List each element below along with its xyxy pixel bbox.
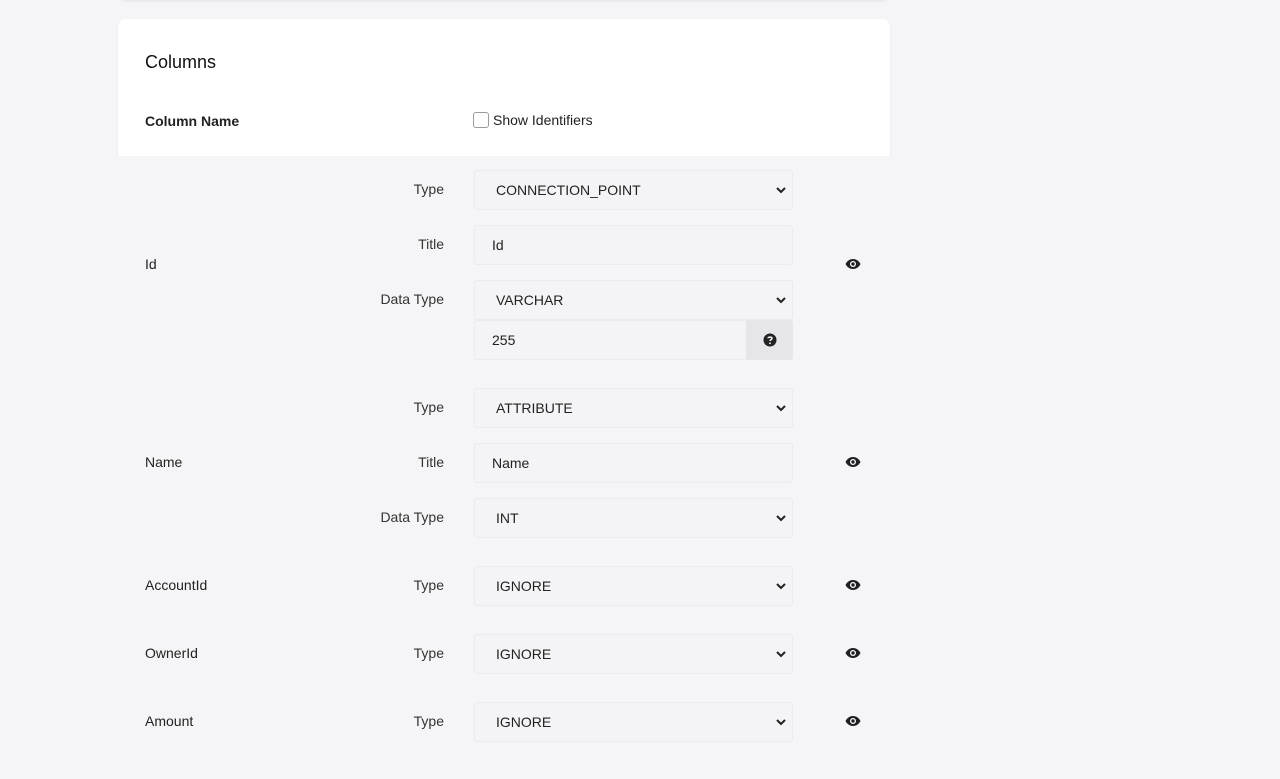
length-input-value: 255 xyxy=(492,332,516,348)
show-identifiers-label: Show Identifiers xyxy=(493,112,593,128)
title-label: Title xyxy=(418,236,444,252)
title-input-value: Id xyxy=(492,237,504,253)
title-input[interactable]: Id xyxy=(474,225,793,265)
chevron-down-icon xyxy=(776,719,786,726)
chevron-down-icon xyxy=(776,187,786,194)
type-label: Type xyxy=(413,645,444,661)
show-identifiers-toggle[interactable]: Show Identifiers xyxy=(473,112,593,128)
eye-icon[interactable] xyxy=(845,258,861,270)
type-select[interactable]: IGNORE xyxy=(474,634,793,674)
type-select[interactable]: IGNORE xyxy=(474,566,793,606)
type-select-value: ATTRIBUTE xyxy=(496,400,573,416)
chevron-down-icon xyxy=(776,405,786,412)
chevron-down-icon xyxy=(776,515,786,522)
length-input[interactable]: 255 xyxy=(474,320,793,360)
type-select[interactable]: IGNORE xyxy=(474,702,793,742)
type-label: Type xyxy=(413,577,444,593)
column-row-name-id: Id xyxy=(145,256,157,272)
title-input[interactable]: Name xyxy=(474,443,793,483)
columns-card: Columns Column Name Show Identifiers Id … xyxy=(118,19,890,779)
data-type-select-value: VARCHAR xyxy=(496,292,564,308)
column-row-name-amount: Amount xyxy=(145,713,194,729)
chevron-down-icon xyxy=(776,651,786,658)
type-select[interactable]: CONNECTION_POINT xyxy=(474,170,793,210)
question-circle-icon xyxy=(763,333,776,347)
eye-icon[interactable] xyxy=(845,715,861,727)
eye-icon[interactable] xyxy=(845,579,861,591)
chevron-down-icon xyxy=(776,583,786,590)
eye-icon[interactable] xyxy=(845,647,861,659)
column-row-name-name: Name xyxy=(145,454,183,470)
column-row-name-ownerid: OwnerId xyxy=(145,645,198,661)
type-select-value: IGNORE xyxy=(496,714,552,730)
data-type-label: Data Type xyxy=(380,291,444,307)
type-select[interactable]: ATTRIBUTE xyxy=(474,388,793,428)
chevron-down-icon xyxy=(776,297,786,304)
column-name-header: Column Name xyxy=(145,113,240,129)
title-label: Title xyxy=(418,454,444,470)
show-identifiers-checkbox[interactable] xyxy=(473,112,489,128)
type-select-value: IGNORE xyxy=(496,578,552,594)
type-select-value: CONNECTION_POINT xyxy=(496,182,641,198)
columns-card-header: Columns Column Name Show Identifiers xyxy=(118,19,890,156)
type-label: Type xyxy=(413,181,444,197)
type-select-value: IGNORE xyxy=(496,646,552,662)
columns-list: Id Type CONNECTION_POINT Title Id Data T… xyxy=(118,156,890,779)
column-row-name-accountid: AccountId xyxy=(145,577,208,593)
data-type-select-value: INT xyxy=(496,510,519,526)
title-input-value: Name xyxy=(492,455,530,471)
data-type-select[interactable]: VARCHAR xyxy=(474,280,793,320)
type-label: Type xyxy=(413,399,444,415)
type-label: Type xyxy=(413,713,444,729)
eye-icon[interactable] xyxy=(845,456,861,468)
length-help-button[interactable] xyxy=(746,320,793,360)
card-title: Columns xyxy=(145,52,217,72)
data-type-label: Data Type xyxy=(380,509,444,525)
data-type-select[interactable]: INT xyxy=(474,498,793,538)
